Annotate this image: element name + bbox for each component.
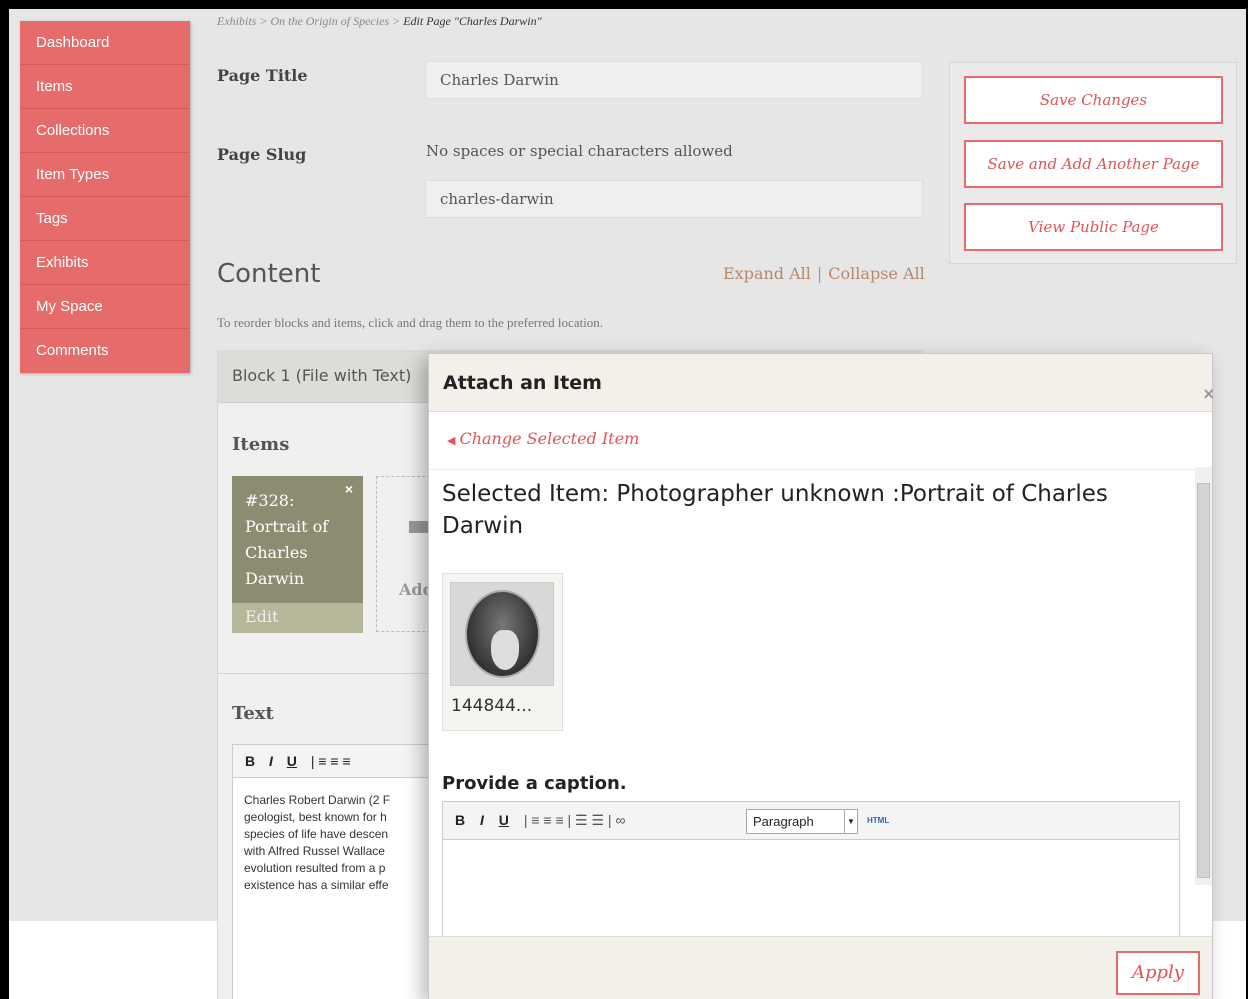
breadcrumb-separator: >	[256, 14, 271, 28]
portrait-beard	[491, 630, 519, 670]
selected-item-title: Selected Item: Photographer unknown :Por…	[442, 481, 1108, 539]
format-select-value: Paragraph	[753, 814, 814, 829]
remove-item-icon[interactable]: ×	[345, 481, 353, 497]
dialog-footer: Apply	[429, 936, 1212, 999]
action-panel: Save Changes Save and Add Another Page V…	[949, 62, 1237, 264]
item-card-line: Darwin	[245, 569, 305, 588]
sidebar-item-my-space[interactable]: My Space	[20, 285, 190, 329]
view-public-page-button[interactable]: View Public Page	[964, 203, 1223, 251]
edit-item-button[interactable]: Edit	[232, 603, 363, 633]
portrait-image	[450, 582, 554, 686]
breadcrumb-exhibit[interactable]: On the Origin of Species	[270, 14, 389, 28]
reorder-hint: To reorder blocks and items, click and d…	[217, 315, 604, 330]
portrait-oval	[465, 590, 540, 678]
breadcrumb: Exhibits > On the Origin of Species > Ed…	[217, 14, 542, 29]
close-icon[interactable]: ×	[1203, 384, 1214, 405]
dialog-divider	[429, 469, 1212, 470]
caption-editor: B I U | ≡ ≡ ≡ | ☰ ☰ | ∞ Paragraph ▼ HTML	[442, 801, 1180, 941]
item-card-line: Portrait of	[245, 517, 329, 536]
item-card-line: #328:	[245, 491, 295, 510]
content-heading: Content	[217, 259, 321, 289]
caption-heading: Provide a caption.	[442, 773, 627, 794]
items-heading: Items	[232, 434, 290, 455]
align-buttons-icon[interactable]: | ≡ ≡ ≡ | ☰ ☰ | ∞	[524, 812, 626, 828]
sidebar-item-tags[interactable]: Tags	[20, 197, 190, 241]
change-selected-item-label: Change Selected Item	[459, 429, 640, 448]
expand-all-link[interactable]: Expand All	[723, 264, 811, 283]
italic-button[interactable]: I	[480, 812, 484, 828]
page-title-input[interactable]: Charles Darwin	[425, 61, 923, 99]
attached-item-card[interactable]: #328: Portrait of Charles Darwin × Edit	[232, 476, 363, 633]
html-source-button[interactable]: HTML	[867, 816, 889, 825]
back-arrow-icon: ◀	[447, 434, 456, 447]
collapse-all-link[interactable]: Collapse All	[828, 264, 924, 283]
underline-button[interactable]: U	[287, 753, 297, 769]
bold-button[interactable]: B	[245, 753, 255, 769]
breadcrumb-separator: >	[389, 14, 404, 28]
caption-editor-toolbar: B I U | ≡ ≡ ≡ | ☰ ☰ | ∞ Paragraph ▼ HTML	[443, 802, 1179, 840]
attach-item-dialog: Attach an Item × ◀ Change Selected Item S…	[428, 353, 1214, 999]
sidebar-item-collections[interactable]: Collections	[20, 109, 190, 153]
format-select[interactable]: Paragraph ▼	[746, 809, 858, 834]
sidebar-item-dashboard[interactable]: Dashboard	[20, 21, 190, 65]
bold-button[interactable]: B	[455, 812, 465, 828]
sidebar-item-comments[interactable]: Comments	[20, 329, 190, 373]
change-selected-item-link[interactable]: ◀ Change Selected Item	[447, 429, 639, 448]
scrollbar-thumb[interactable]	[1197, 483, 1210, 878]
save-changes-button[interactable]: Save Changes	[964, 76, 1223, 124]
thumbnail-filename: 144844...	[451, 696, 533, 716]
dialog-scrollbar[interactable]	[1195, 467, 1212, 885]
breadcrumb-current: Edit Page "Charles Darwin"	[403, 14, 542, 28]
text-heading: Text	[232, 703, 274, 724]
link-separator: |	[816, 264, 823, 283]
apply-button[interactable]: Apply	[1116, 951, 1200, 995]
item-card-line: Charles	[245, 543, 308, 562]
item-card-title: #328: Portrait of Charles Darwin	[245, 488, 328, 592]
expand-collapse-links: Expand All | Collapse All	[723, 264, 925, 283]
page-slug-input[interactable]: charles-darwin	[425, 180, 923, 218]
italic-button[interactable]: I	[269, 753, 273, 769]
breadcrumb-exhibits[interactable]: Exhibits	[217, 14, 256, 28]
sidebar-item-items[interactable]: Items	[20, 65, 190, 109]
sidebar-item-item-types[interactable]: Item Types	[20, 153, 190, 197]
sidebar-item-exhibits[interactable]: Exhibits	[20, 241, 190, 285]
slug-hint: No spaces or special characters allowed	[426, 142, 733, 160]
admin-sidebar: Dashboard Items Collections Item Types T…	[20, 21, 190, 373]
underline-button[interactable]: U	[499, 812, 509, 828]
align-left-icon[interactable]: | ≡ ≡ ≡	[311, 753, 351, 769]
dialog-title: Attach an Item	[429, 354, 1212, 412]
selected-item-thumbnail[interactable]: 144844...	[442, 573, 563, 731]
save-and-add-page-button[interactable]: Save and Add Another Page	[964, 140, 1223, 188]
page-slug-label: Page Slug	[217, 145, 307, 164]
page-title-label: Page Title	[217, 66, 308, 85]
chevron-down-icon: ▼	[844, 810, 857, 833]
